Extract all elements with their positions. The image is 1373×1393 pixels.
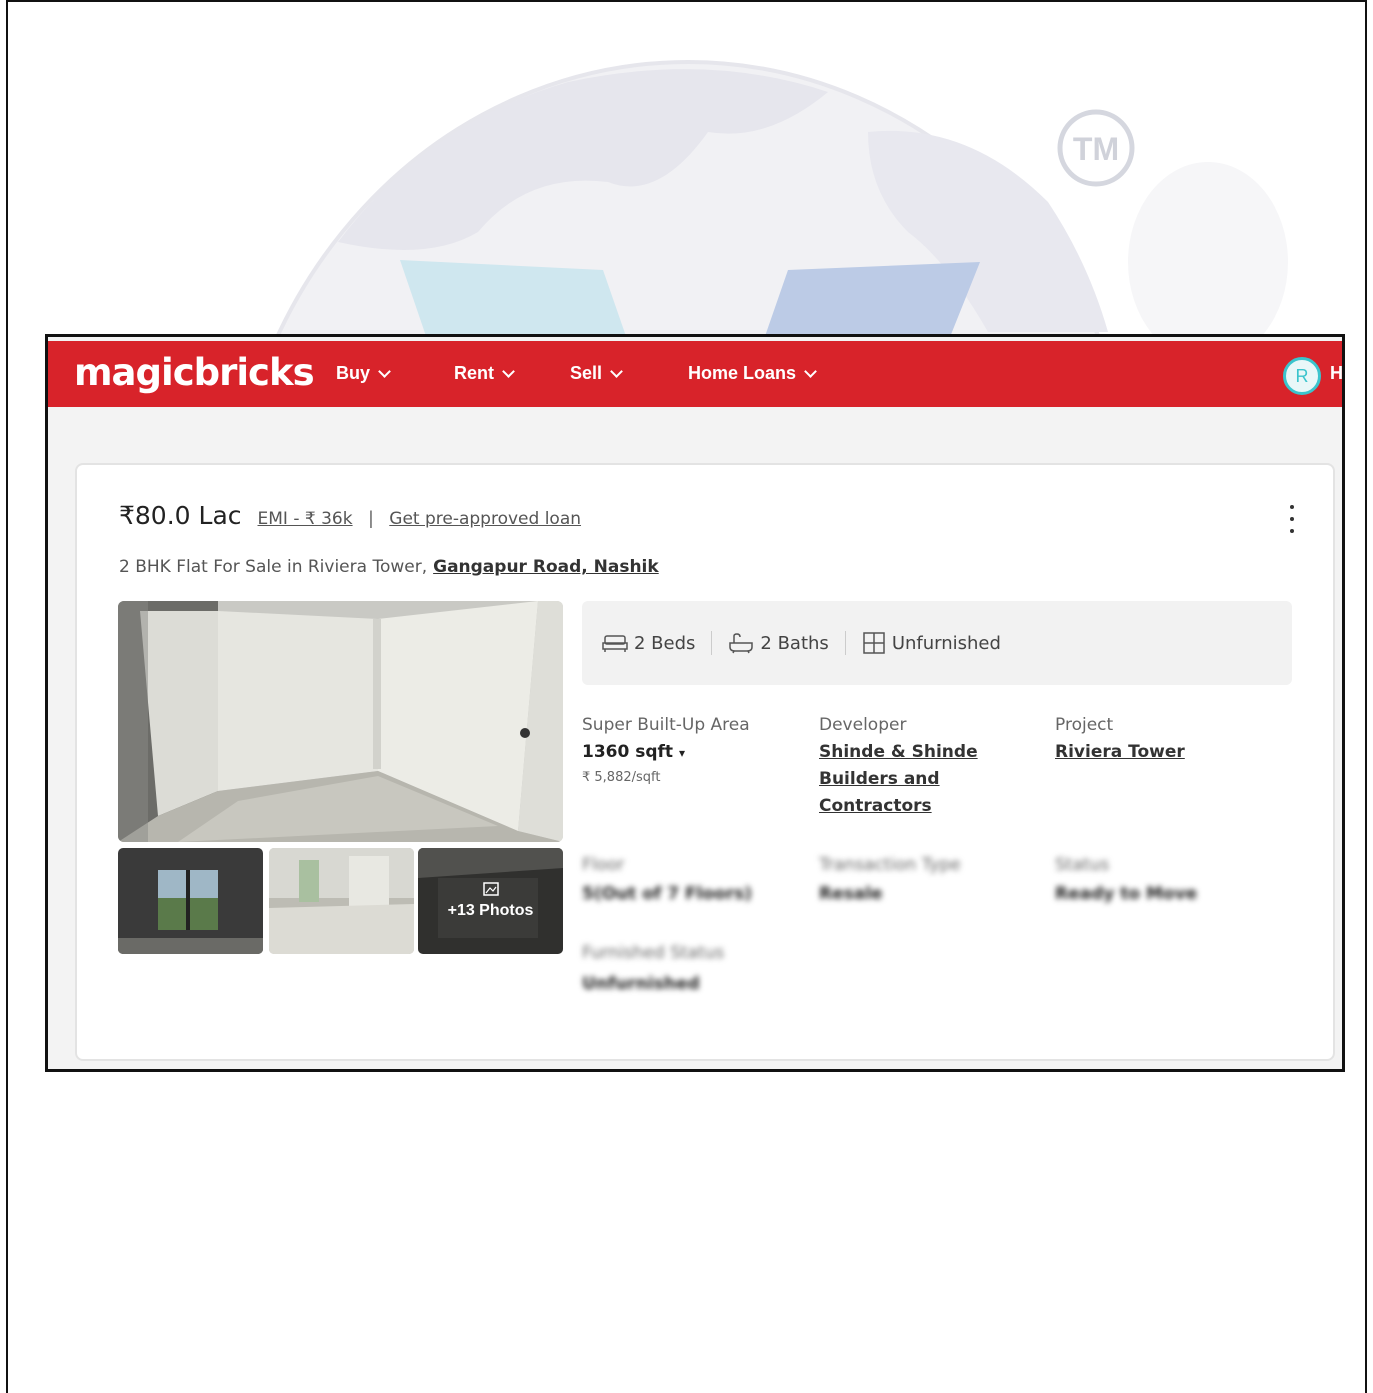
nav-rent[interactable]: Rent (454, 363, 515, 384)
user-name-truncated[interactable]: H (1330, 363, 1342, 384)
more-options-icon[interactable] (1286, 505, 1298, 533)
pre-approved-loan-link[interactable]: Get pre-approved loan (389, 509, 581, 529)
nav-rent-label: Rent (454, 363, 494, 383)
emi-link[interactable]: EMI - ₹ 36k (258, 509, 353, 529)
developer-line: Contractors (819, 796, 932, 816)
transaction-label: Transaction Type (819, 855, 961, 875)
nav-buy[interactable]: Buy (336, 363, 391, 384)
tm-mark: TM (1073, 131, 1119, 167)
baths-summary: 2 Baths (728, 632, 829, 654)
bed-icon (602, 635, 628, 652)
magicbricks-logo[interactable]: magicbricks (74, 351, 315, 394)
project-label: Project (1055, 715, 1114, 735)
thumbnail-more-photos[interactable]: +13 Photos (418, 848, 563, 954)
chevron-down-icon (610, 364, 623, 378)
price-row: ₹80.0 Lac EMI - ₹ 36k | Get pre-approved… (119, 501, 581, 530)
nav-sell-label: Sell (570, 363, 603, 383)
divider (844, 631, 846, 655)
nav-home-loans[interactable]: Home Loans (688, 363, 817, 384)
area-label: Super Built-Up Area (582, 715, 750, 735)
transaction-value: Resale (819, 884, 883, 904)
furnishing-label: Unfurnished (891, 632, 1001, 654)
chevron-down-icon (502, 364, 515, 378)
thumbnail-photo-1[interactable] (118, 848, 263, 954)
property-card: ₹80.0 Lac EMI - ₹ 36k | Get pre-approved… (75, 463, 1335, 1061)
listing-title: 2 BHK Flat For Sale in Riviera Tower, Gan… (119, 557, 659, 577)
location-link[interactable]: Gangapur Road, Nashik (433, 557, 659, 577)
floor-value: 5(Out of 7 Floors) (582, 884, 753, 904)
photo-icon (482, 882, 499, 896)
listing-screenshot: magicbricks Buy Rent Sell Home Loans R H (45, 334, 1345, 1072)
room-window-image (118, 848, 263, 954)
furnishing-icon (863, 632, 885, 654)
separator: | (368, 508, 374, 528)
more-photos-label: +13 Photos (447, 902, 534, 919)
beds-label: 2 Beds (634, 632, 696, 654)
nav-sell[interactable]: Sell (570, 363, 623, 384)
furnished-status-value: Unfurnished (582, 974, 700, 994)
more-photos-overlay: +13 Photos (418, 848, 563, 954)
summary-bar: 2 Beds 2 Baths Unfurnished (582, 601, 1292, 685)
listing-title-text: 2 BHK Flat For Sale in Riviera Tower, (119, 557, 428, 577)
divider (711, 631, 713, 655)
room-floor-image (269, 848, 414, 954)
room-photo-image (118, 601, 563, 842)
furnishing-summary: Unfurnished (862, 631, 1001, 655)
globe-icon: TM (272, 60, 1288, 342)
outer-frame: TM magicbricks Buy Rent Sell Home Loans (6, 0, 1367, 1393)
price: ₹80.0 Lac (119, 501, 242, 530)
floor-label: Floor (582, 855, 625, 875)
user-avatar[interactable]: R (1283, 357, 1321, 395)
beds-summary: 2 Beds (602, 633, 695, 654)
main-photo[interactable] (118, 601, 563, 842)
top-header: magicbricks Buy Rent Sell Home Loans R H (48, 341, 1342, 407)
area-dropdown-icon[interactable]: ▾ (679, 746, 685, 760)
nav-buy-label: Buy (336, 363, 371, 383)
developer-line: Builders and (819, 769, 940, 789)
globe-watermark: TM (8, 2, 1365, 342)
area-value: 1360 sqft ▾ (582, 739, 685, 767)
status-value: Ready to Move (1055, 884, 1198, 904)
area-rate: ₹ 5,882/sqft (582, 770, 661, 785)
chevron-down-icon (804, 364, 817, 378)
project-link[interactable]: Riviera Tower (1055, 739, 1185, 766)
developer-label: Developer (819, 715, 907, 735)
developer-link[interactable]: Shinde & Shinde Builders and Contractors (819, 739, 978, 820)
nav-home-loans-label: Home Loans (688, 363, 797, 383)
area-value-text: 1360 sqft (582, 742, 674, 762)
thumbnail-photo-2[interactable] (269, 848, 414, 954)
developer-line: Shinde & Shinde (819, 742, 978, 762)
furnished-status-label: Furnished Status (582, 943, 725, 963)
status-label: Status (1055, 855, 1110, 875)
baths-label: 2 Baths (760, 632, 829, 654)
bath-icon (729, 633, 754, 654)
chevron-down-icon (378, 364, 391, 378)
